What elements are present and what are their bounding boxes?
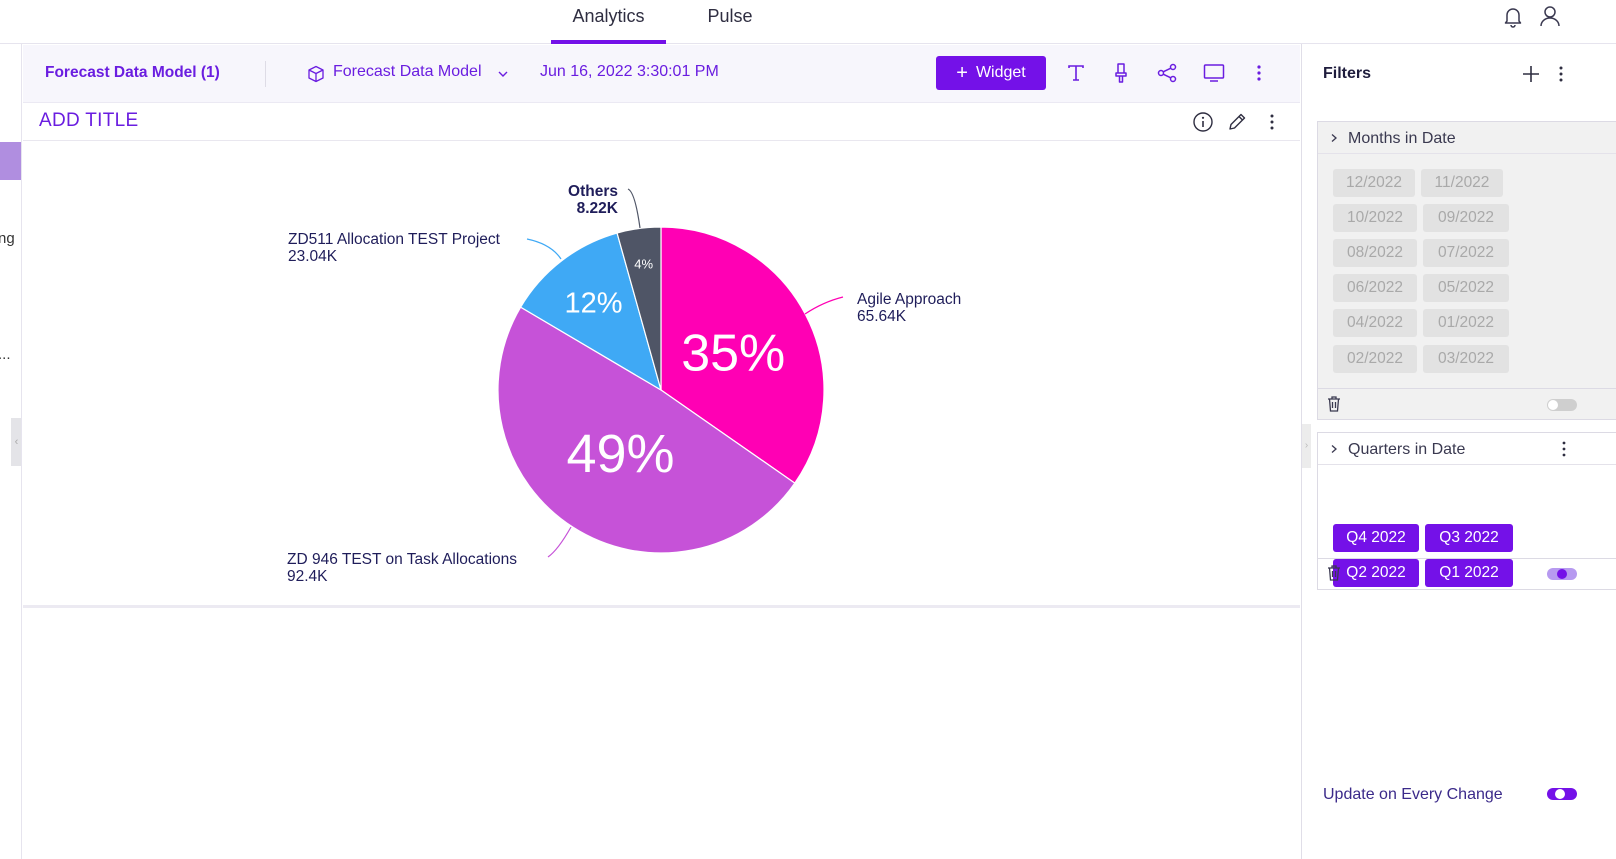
more-vertical-icon[interactable] xyxy=(1247,61,1271,85)
filter-chip[interactable]: 12/2022 xyxy=(1333,169,1415,197)
toolbar-divider xyxy=(265,61,266,87)
tab-pulse[interactable]: Pulse xyxy=(690,0,770,44)
slice-value-label: 65.64K xyxy=(857,308,907,325)
slice-name-label: ZD 946 TEST on Task Allocations xyxy=(287,551,517,568)
filter-chip[interactable]: 10/2022 xyxy=(1333,204,1417,232)
filters-more-icon[interactable] xyxy=(1556,64,1566,84)
filter-chip[interactable]: 06/2022 xyxy=(1333,274,1417,302)
filter-card-header[interactable]: Quarters in Date xyxy=(1318,433,1616,465)
leader-line xyxy=(627,188,641,229)
filter-card-months: Months in Date 12/2022 11/2022 10/2022 09/2… xyxy=(1317,121,1616,420)
filter-card-header[interactable]: Months in Date xyxy=(1318,122,1616,154)
slice-value-label: 8.22K xyxy=(577,200,619,217)
divider xyxy=(1318,558,1616,559)
leader-line xyxy=(804,296,844,315)
divider xyxy=(1318,388,1616,389)
sidebar-item-fragment[interactable]: ... xyxy=(0,346,11,363)
filter-chip[interactable]: 02/2022 xyxy=(1333,345,1417,373)
slice-name-label: Others xyxy=(568,183,618,200)
share-icon[interactable] xyxy=(1155,61,1179,85)
panel-collapse-handle[interactable]: › xyxy=(1302,424,1311,468)
pie-chart: 35% Agile Approach65.64K 49% ZD 946 TEST on… xyxy=(287,183,961,585)
filter-card-quarters: Quarters in Date Q4 2022 Q3 2022 Q2 2022 Q1… xyxy=(1317,432,1616,590)
cube-icon xyxy=(308,65,324,83)
filter-chip[interactable]: 04/2022 xyxy=(1333,309,1417,337)
last-updated-timestamp: Jun 16, 2022 3:30:01 PM xyxy=(540,63,719,80)
add-filter-icon[interactable] xyxy=(1521,64,1541,84)
dashboard-title[interactable]: Forecast Data Model (1) xyxy=(45,64,220,82)
filter-title-months: Months in Date xyxy=(1348,130,1456,147)
top-navigation: Analytics Pulse xyxy=(0,0,1616,44)
filter-chip[interactable]: 03/2022 xyxy=(1423,345,1509,373)
filter-toggle-quarters[interactable] xyxy=(1547,568,1577,580)
leader-line xyxy=(547,526,572,558)
filter-chip[interactable]: Q3 2022 xyxy=(1425,524,1513,552)
filter-title-quarters: Quarters in Date xyxy=(1348,441,1466,458)
filter-chip[interactable]: 08/2022 xyxy=(1333,239,1417,267)
text-icon[interactable] xyxy=(1064,61,1088,85)
filter-chip[interactable]: Q2 2022 xyxy=(1333,559,1419,587)
add-widget-button[interactable]: + Widget xyxy=(936,56,1046,90)
sidebar-selected-item[interactable] xyxy=(0,142,21,180)
bell-icon[interactable] xyxy=(1501,4,1525,28)
add-widget-label: Widget xyxy=(975,64,1026,81)
filter-more-icon[interactable] xyxy=(1560,439,1568,459)
filter-toggle-months[interactable] xyxy=(1547,399,1577,411)
slice-percent-label: 35% xyxy=(681,324,785,382)
slice-percent-label: 49% xyxy=(566,424,674,484)
user-icon[interactable] xyxy=(1538,4,1562,28)
widget-header: ADD TITLE xyxy=(23,103,1300,141)
update-on-change-toggle[interactable] xyxy=(1547,788,1577,800)
filter-chip[interactable]: 11/2022 xyxy=(1421,169,1503,197)
slice-percent-label: 4% xyxy=(634,257,653,272)
sidebar-item-fragment[interactable]: ng xyxy=(0,230,15,247)
leader-line xyxy=(526,238,562,260)
slice-name-label: ZD511 Allocation TEST Project xyxy=(288,231,501,248)
tab-analytics[interactable]: Analytics xyxy=(551,0,666,44)
slice-value-label: 92.4K xyxy=(287,568,328,585)
chevron-down-icon[interactable] xyxy=(497,69,509,79)
widget-more-icon[interactable] xyxy=(1261,111,1283,133)
chevron-right-icon[interactable] xyxy=(1329,133,1339,143)
slice-value-label: 23.04K xyxy=(288,248,338,265)
slice-name-label: Agile Approach xyxy=(857,291,961,308)
info-icon[interactable] xyxy=(1192,111,1214,133)
pie-chart-widget: ADD TITLE 35% Agile Approach 65.64K 49% ZD 9… xyxy=(23,103,1300,608)
filter-chip[interactable]: 05/2022 xyxy=(1423,274,1509,302)
widget-title[interactable]: ADD TITLE xyxy=(39,110,138,132)
chevron-right-icon[interactable] xyxy=(1329,444,1339,454)
slice-percent-label: 12% xyxy=(564,287,622,319)
trash-icon[interactable] xyxy=(1326,564,1342,582)
filter-chip[interactable]: 01/2022 xyxy=(1423,309,1509,337)
filter-chip[interactable]: Q4 2022 xyxy=(1333,524,1419,552)
filters-title: Filters xyxy=(1323,65,1372,82)
filters-panel: Filters Months in Date 12/2022 11/2022 10/… xyxy=(1301,44,1616,859)
update-on-change-label: Update on Every Change xyxy=(1323,786,1503,803)
filter-chip[interactable]: Q1 2022 xyxy=(1425,559,1513,587)
trash-icon[interactable] xyxy=(1326,395,1342,413)
left-sidebar-collapsed: ng ... ‹ xyxy=(0,44,22,859)
dashboard-toolbar: Forecast Data Model (1) Forecast Data Mo… xyxy=(23,45,1300,103)
monitor-icon[interactable] xyxy=(1202,61,1226,85)
datasource-selector[interactable]: Forecast Data Model xyxy=(333,63,482,81)
collapse-handle[interactable]: ‹ xyxy=(11,418,21,466)
filter-chip[interactable]: 09/2022 xyxy=(1423,204,1509,232)
pencil-icon[interactable] xyxy=(1226,111,1248,133)
plus-icon: + xyxy=(956,62,968,84)
paint-brush-icon[interactable] xyxy=(1109,61,1133,85)
filter-chip[interactable]: 07/2022 xyxy=(1423,239,1509,267)
